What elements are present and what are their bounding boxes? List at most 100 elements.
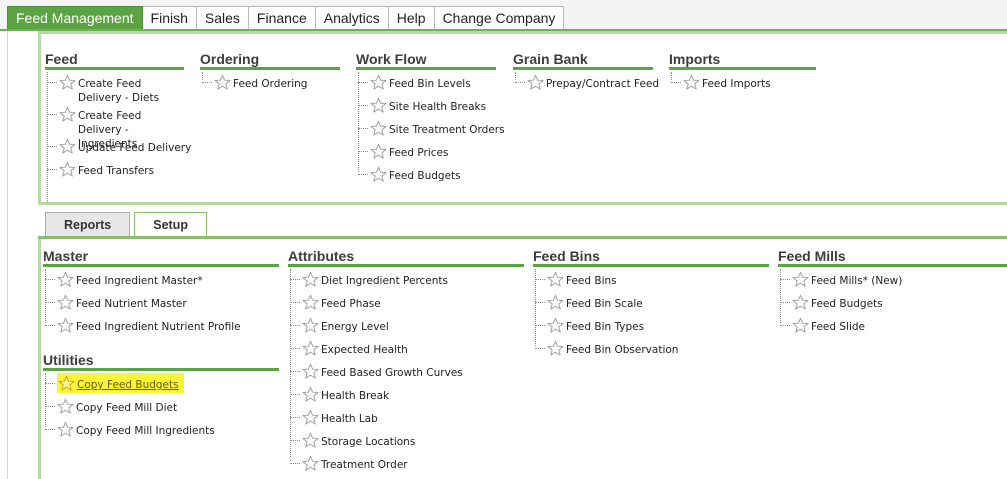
menu-item-label[interactable]: Feed Ordering [233,77,307,91]
tab-sales[interactable]: Sales [196,6,249,30]
menu-item[interactable]: Feed Ingredient Nutrient Profile [43,315,279,338]
menu-item-label[interactable]: Feed Bin Observation [566,343,678,357]
menu-item[interactable]: Health Break [288,384,524,407]
menu-item-label[interactable]: Health Break [321,389,389,403]
menu-item[interactable]: Copy Feed Budgets [43,373,279,396]
menu-item[interactable]: Feed Bins [533,269,769,292]
star-outline-icon[interactable] [302,409,319,426]
star-outline-icon[interactable] [57,421,74,438]
menu-item-label[interactable]: Feed Bin Levels [389,77,471,91]
star-outline-icon[interactable] [302,432,319,449]
menu-item[interactable]: Feed Imports [669,72,816,95]
menu-item-label[interactable]: Feed Nutrient Master [76,297,187,311]
menu-item[interactable]: Feed Phase [288,292,524,315]
menu-item[interactable]: Feed Mills* (New) [778,269,1007,292]
menu-item-label[interactable]: Feed Budgets [389,169,461,183]
tab-analytics[interactable]: Analytics [315,6,389,30]
star-outline-icon[interactable] [302,363,319,380]
menu-item[interactable]: Copy Feed Mill Ingredients [43,419,279,442]
menu-item-label[interactable]: Feed Ingredient Master* [76,274,203,288]
menu-item-label[interactable]: Feed Based Growth Curves [321,366,463,380]
menu-item[interactable]: Feed Budgets [778,292,1007,315]
star-outline-icon[interactable] [792,294,809,311]
menu-item-label[interactable]: Feed Bin Types [566,320,644,334]
menu-item[interactable]: Create Feed Delivery - Ingredients [45,104,184,150]
menu-item-label[interactable]: Prepay/Contract Feed [546,77,659,91]
menu-item[interactable]: Prepay/Contract Feed [513,72,659,95]
menu-item-label[interactable]: Feed Ingredient Nutrient Profile [76,320,241,334]
tab-finance[interactable]: Finance [248,6,316,30]
menu-item-label[interactable]: Site Treatment Orders [389,123,505,137]
menu-item[interactable]: Feed Bin Levels [356,72,496,95]
star-outline-icon[interactable] [59,106,76,123]
star-outline-icon[interactable] [57,398,74,415]
menu-item[interactable]: Feed Bin Types [533,315,769,338]
menu-item-label[interactable]: Feed Slide [811,320,865,334]
star-outline-icon[interactable] [527,74,544,91]
menu-item[interactable]: Feed Ingredient Master* [43,269,279,292]
menu-item[interactable]: Storage Locations [288,430,524,453]
star-outline-icon[interactable] [547,271,564,288]
menu-item-label[interactable]: Create Feed Delivery - Diets [78,77,184,105]
menu-item[interactable]: Site Treatment Orders [356,118,505,141]
star-outline-icon[interactable] [57,271,74,288]
star-outline-icon[interactable] [302,455,319,472]
tab-help[interactable]: Help [388,6,435,30]
menu-item-label[interactable]: Update Feed Delivery [78,141,191,155]
star-outline-icon[interactable] [302,271,319,288]
menu-item[interactable]: Feed Prices [356,141,496,164]
menu-item-label[interactable]: Feed Budgets [811,297,883,311]
menu-item-label[interactable]: Site Health Breaks [389,100,486,114]
menu-item[interactable]: Feed Budgets [356,164,496,187]
tab-change-company[interactable]: Change Company [434,6,565,30]
menu-item-label[interactable]: Treatment Order [321,458,408,472]
menu-item-label[interactable]: Copy Feed Budgets [77,378,179,392]
star-outline-icon[interactable] [547,340,564,357]
menu-item[interactable]: Feed Transfers [45,159,184,182]
menu-item-label[interactable]: Diet Ingredient Percents [321,274,448,288]
star-outline-icon[interactable] [792,271,809,288]
menu-item[interactable]: Feed Bin Observation [533,338,769,361]
menu-item[interactable]: Site Health Breaks [356,95,496,118]
menu-item[interactable]: Feed Based Growth Curves [288,361,524,384]
menu-item[interactable]: Update Feed Delivery [45,136,191,159]
menu-item[interactable]: Feed Nutrient Master [43,292,279,315]
menu-item[interactable]: Feed Bin Scale [533,292,769,315]
menu-item-label[interactable]: Copy Feed Mill Diet [76,401,177,415]
menu-item-label[interactable]: Copy Feed Mill Ingredients [76,424,215,438]
menu-item-label[interactable]: Feed Bin Scale [566,297,643,311]
menu-item[interactable]: Expected Health [288,338,524,361]
menu-item-label[interactable]: Feed Bins [566,274,617,288]
star-outline-icon[interactable] [370,74,387,91]
star-outline-icon[interactable] [792,317,809,334]
star-outline-icon[interactable] [302,340,319,357]
menu-item[interactable]: Diet Ingredient Percents [288,269,524,292]
menu-item[interactable]: Copy Feed Mill Diet [43,396,279,419]
tab-feed-management[interactable]: Feed Management [7,6,143,30]
star-outline-icon[interactable] [57,294,74,311]
highlighted-item[interactable]: Copy Feed Budgets [57,373,184,393]
star-outline-icon[interactable] [370,166,387,183]
menu-item[interactable]: Energy Level [288,315,524,338]
tab-setup[interactable]: Setup [134,212,207,237]
tab-finish[interactable]: Finish [142,6,197,30]
menu-item-label[interactable]: Feed Transfers [78,164,154,178]
menu-item[interactable]: Feed Ordering [200,72,340,95]
menu-item-label[interactable]: Feed Phase [321,297,381,311]
star-outline-icon[interactable] [59,161,76,178]
menu-item-label[interactable]: Health Lab [321,412,378,426]
star-outline-icon[interactable] [302,386,319,403]
star-outline-icon[interactable] [370,97,387,114]
menu-item[interactable]: Health Lab [288,407,524,430]
menu-item-label[interactable]: Feed Imports [702,77,771,91]
star-outline-icon[interactable] [370,143,387,160]
star-outline-icon[interactable] [214,74,231,91]
star-outline-icon[interactable] [59,74,76,91]
menu-item[interactable]: Feed Slide [778,315,1007,338]
menu-item[interactable]: Create Feed Delivery - Diets [45,72,184,104]
star-outline-icon[interactable] [58,375,75,392]
star-outline-icon[interactable] [57,317,74,334]
menu-item-label[interactable]: Feed Prices [389,146,448,160]
tab-reports[interactable]: Reports [45,212,131,237]
star-outline-icon[interactable] [59,138,76,155]
